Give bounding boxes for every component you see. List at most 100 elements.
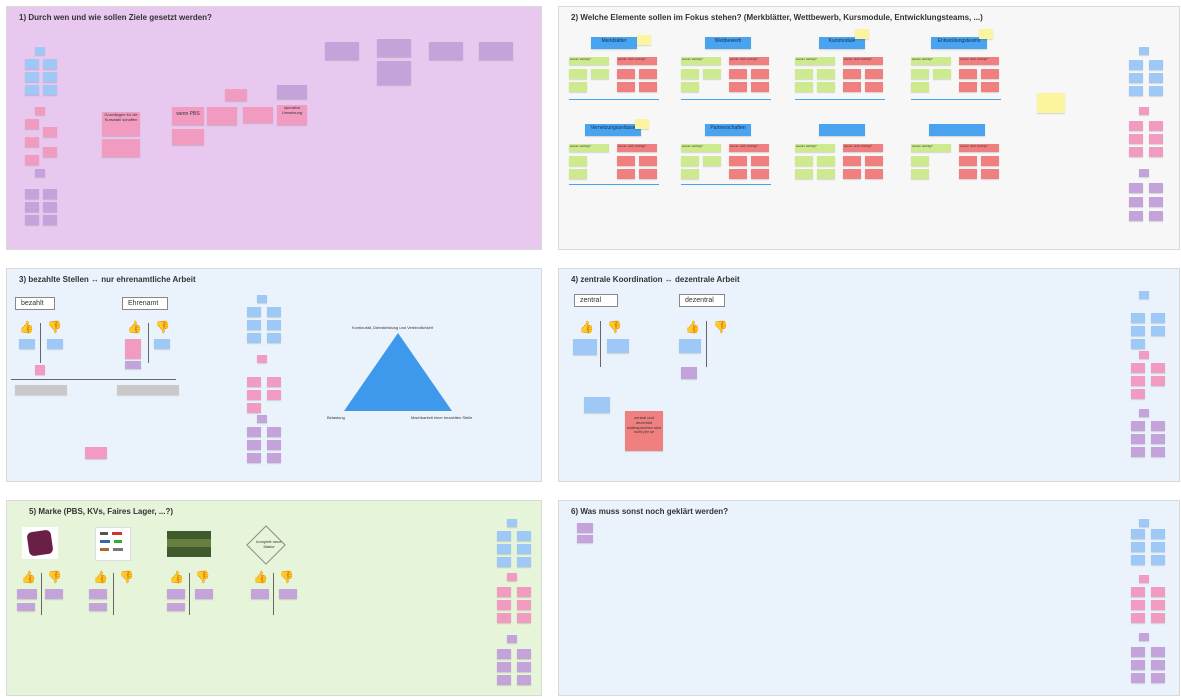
sticky-note[interactable] (1151, 600, 1165, 610)
legend-sticky[interactable] (35, 169, 45, 177)
sticky-note[interactable] (981, 69, 999, 79)
con-header[interactable]: warum nicht wichtig? (617, 144, 657, 152)
sticky-note[interactable]: zentral und dezentral widersprechen sich… (625, 411, 663, 451)
sticky-note[interactable] (43, 189, 57, 199)
sticky-note[interactable] (569, 156, 587, 166)
sticky-note[interactable] (865, 156, 883, 166)
sticky-note[interactable] (1149, 197, 1163, 207)
sticky-note[interactable] (1131, 660, 1145, 670)
sticky-note[interactable] (577, 535, 593, 543)
sticky-note[interactable] (617, 156, 635, 166)
sticky-note[interactable] (517, 557, 531, 567)
legend-sticky[interactable] (35, 47, 45, 55)
sticky-note[interactable] (817, 169, 835, 179)
sticky-note[interactable] (681, 367, 697, 379)
sticky-note[interactable] (981, 156, 999, 166)
con-header[interactable]: warum nicht wichtig? (617, 57, 657, 65)
sticky-note[interactable] (1149, 86, 1163, 96)
sticky-note[interactable] (247, 333, 261, 343)
sticky-note[interactable] (1131, 389, 1145, 399)
sticky-note[interactable] (85, 447, 107, 459)
sticky-note[interactable] (517, 587, 531, 597)
sticky-note[interactable] (843, 69, 861, 79)
sticky-note[interactable] (25, 215, 39, 225)
sticky-note[interactable] (751, 169, 769, 179)
legend-sticky[interactable] (507, 635, 517, 643)
frame-5[interactable]: 5) Marke (PBS, KVs, Faires Lager, ...?) … (6, 500, 542, 696)
sticky-note[interactable] (981, 82, 999, 92)
sticky-note[interactable] (795, 82, 813, 92)
sticky-note[interactable] (1149, 60, 1163, 70)
sticky-note[interactable] (1131, 434, 1145, 444)
sticky-note[interactable] (1129, 134, 1143, 144)
sticky-note[interactable] (517, 662, 531, 672)
sticky-note[interactable] (751, 82, 769, 92)
sticky-note[interactable] (569, 82, 587, 92)
sticky-note[interactable] (855, 29, 869, 39)
pro-header[interactable]: warum wichtig? (911, 144, 951, 152)
legend-sticky[interactable] (1139, 291, 1149, 299)
sticky-note[interactable] (911, 169, 929, 179)
sticky-note[interactable] (639, 69, 657, 79)
sticky-note[interactable] (25, 72, 39, 82)
sticky-note[interactable] (865, 169, 883, 179)
sticky-note[interactable] (751, 69, 769, 79)
sticky-note[interactable] (681, 169, 699, 179)
sticky-note[interactable] (279, 589, 297, 599)
sticky-note[interactable] (1151, 421, 1165, 431)
sticky-note[interactable] (1151, 542, 1165, 552)
sticky-note[interactable] (267, 440, 281, 450)
sticky-note[interactable] (681, 69, 699, 79)
sticky-note[interactable] (703, 69, 721, 79)
con-header[interactable]: warum nicht wichtig? (843, 144, 883, 152)
sticky-note[interactable] (45, 589, 63, 599)
sticky-note[interactable] (25, 155, 39, 165)
sticky-note[interactable] (89, 603, 107, 611)
sticky-note[interactable] (17, 603, 35, 611)
con-header[interactable]: warum nicht wichtig? (959, 144, 999, 152)
sticky-note[interactable] (1131, 313, 1145, 323)
sticky-note[interactable] (25, 59, 39, 69)
legend-sticky[interactable] (35, 107, 45, 115)
sticky-note[interactable] (1131, 613, 1145, 623)
sticky-note[interactable]: operative Umsetzung (277, 105, 307, 125)
sticky-note[interactable] (25, 119, 39, 129)
sticky-note[interactable] (497, 613, 511, 623)
sticky-note[interactable] (1149, 183, 1163, 193)
sticky-note[interactable] (43, 72, 57, 82)
sticky-note[interactable] (267, 390, 281, 400)
sticky-note[interactable] (569, 69, 587, 79)
sticky-note[interactable] (43, 59, 57, 69)
sticky-note[interactable] (497, 649, 511, 659)
sticky-note[interactable] (979, 29, 993, 39)
sticky-note[interactable] (225, 89, 247, 101)
legend-sticky[interactable] (1139, 575, 1149, 583)
sticky-note[interactable] (247, 403, 261, 413)
legend-sticky[interactable] (257, 415, 267, 423)
sticky-note[interactable] (933, 69, 951, 79)
sticky-note[interactable] (267, 307, 281, 317)
sticky-note[interactable] (865, 69, 883, 79)
label-dezentral[interactable]: dezentral (679, 294, 725, 307)
sticky-note[interactable] (865, 82, 883, 92)
sticky-note[interactable] (1129, 197, 1143, 207)
pro-header[interactable]: warum wichtig? (569, 144, 609, 152)
sticky-note[interactable] (277, 85, 307, 99)
sticky-note[interactable] (154, 339, 170, 349)
sticky-note[interactable] (981, 169, 999, 179)
sticky-note[interactable] (429, 42, 463, 60)
sticky-note[interactable] (247, 427, 261, 437)
sticky-note[interactable] (1151, 555, 1165, 565)
sticky-note[interactable] (43, 215, 57, 225)
sticky-note[interactable] (167, 589, 185, 599)
label-bezahlt[interactable]: bezahlt (15, 297, 55, 310)
sticky-note[interactable] (247, 453, 261, 463)
sticky-note[interactable] (247, 320, 261, 330)
sticky-note[interactable] (1131, 647, 1145, 657)
sticky-note[interactable] (1131, 542, 1145, 552)
sticky-note[interactable] (1129, 211, 1143, 221)
sticky-note[interactable] (43, 127, 57, 137)
sticky-note[interactable] (1151, 313, 1165, 323)
sticky-note[interactable] (497, 600, 511, 610)
sticky-note[interactable] (795, 69, 813, 79)
